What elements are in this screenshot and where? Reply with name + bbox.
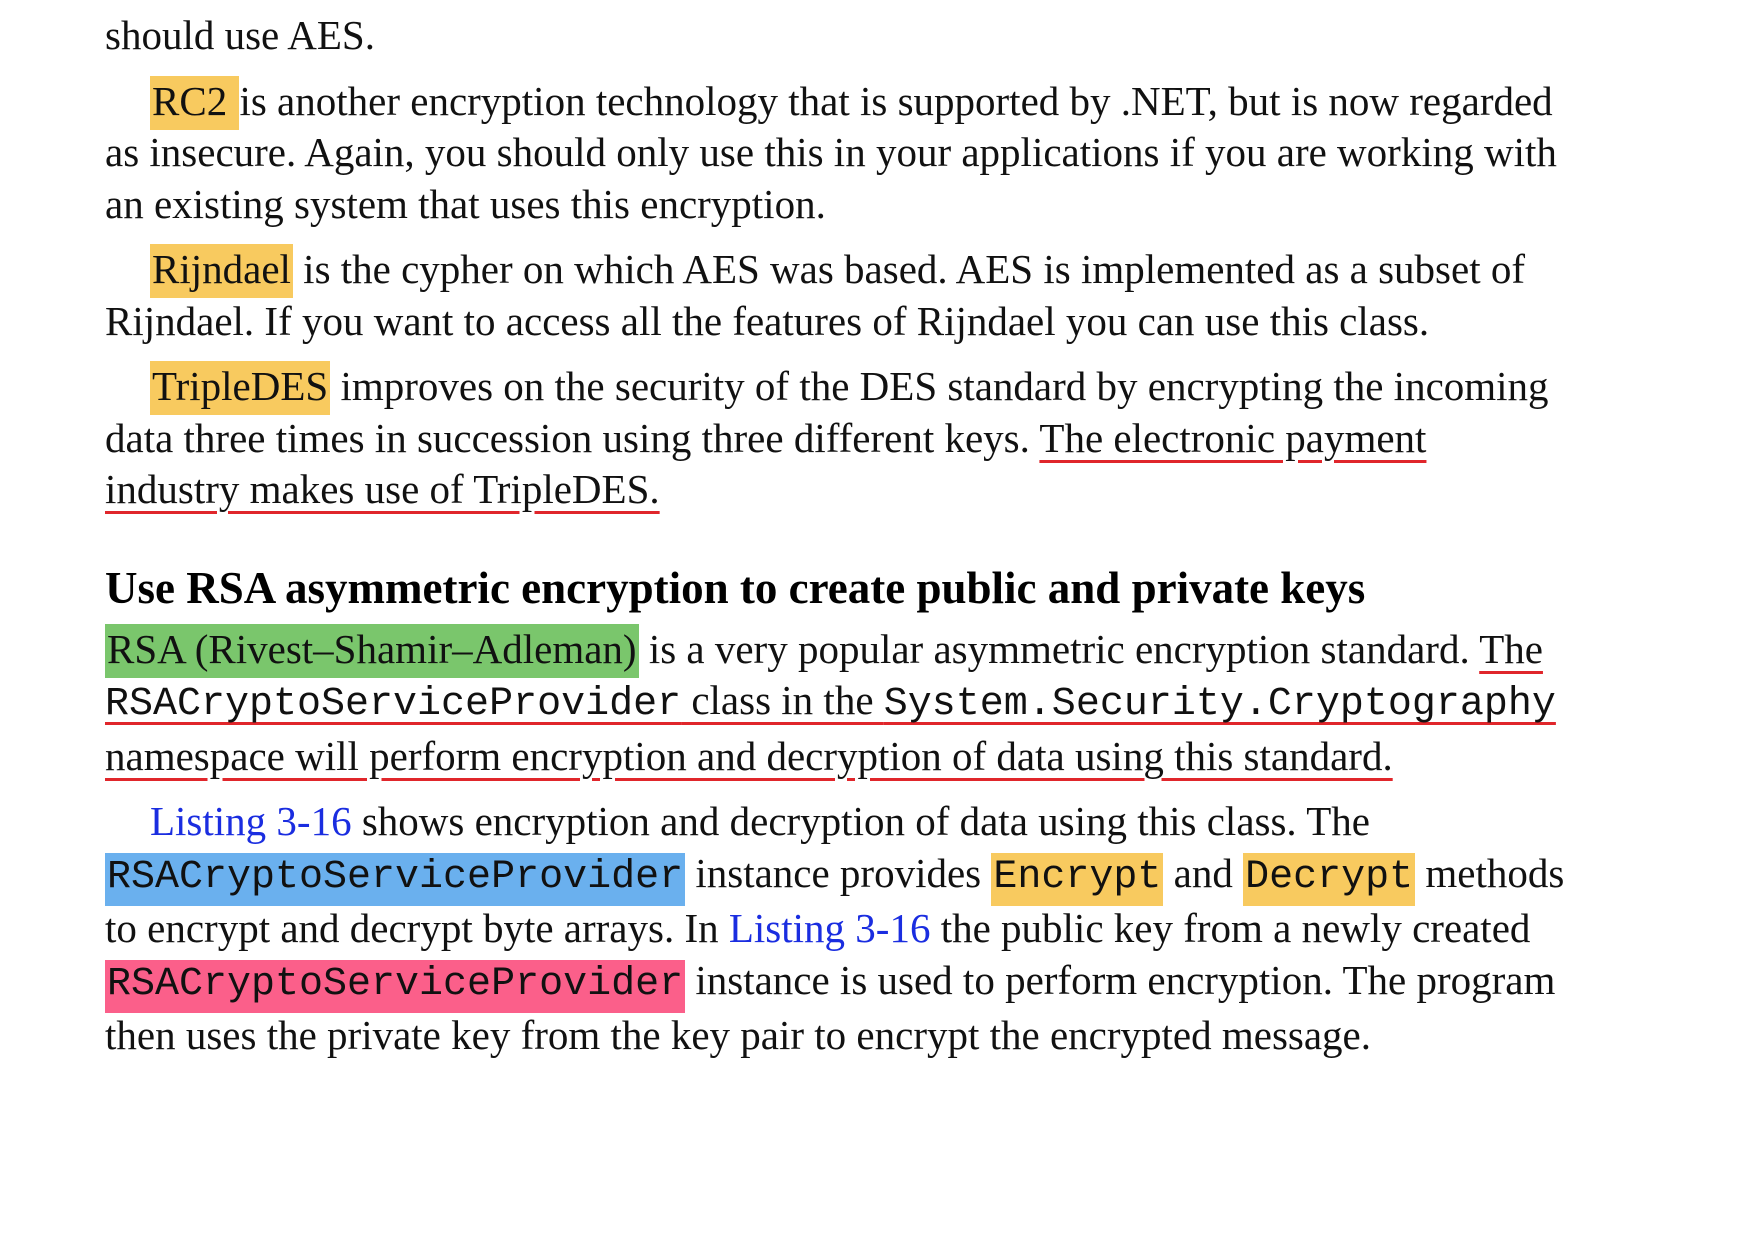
listing-link-1[interactable]: Listing 3-16 bbox=[150, 798, 352, 844]
section-heading: Use RSA asymmetric encryption to create … bbox=[105, 562, 1366, 613]
rsa-ul-text-2: class in the bbox=[681, 677, 884, 723]
rsa-ul-text-3: namespace will perform encryption and de… bbox=[105, 732, 1393, 779]
listing-text-3: and bbox=[1163, 849, 1244, 896]
rsa-text: is a very popular asymmetric encryption … bbox=[638, 625, 1480, 672]
highlight-code-blue[interactable]: RSACryptoServiceProvider bbox=[105, 852, 686, 906]
listing-text-5: the public key from a newly created bbox=[930, 905, 1531, 951]
rijndael-text: is the cypher on which AES was based. AE… bbox=[105, 246, 1526, 344]
paragraph-rsa: RSA (Rivest–Shamir–Adleman) is a very po… bbox=[105, 623, 1565, 783]
highlight-code-decrypt[interactable]: Decrypt bbox=[1243, 852, 1416, 906]
rsa-ul-text-1: The bbox=[1479, 625, 1543, 672]
listing-text-1: shows encryption and decryption of data … bbox=[351, 798, 1370, 844]
listing-text-2: instance provides bbox=[685, 849, 992, 896]
code-namespace: System.Security.Cryptography bbox=[883, 682, 1556, 727]
paragraph-rc2: RC2 is another encryption technology tha… bbox=[105, 75, 1565, 231]
paragraph-tripledes: TripleDES improves on the security of th… bbox=[105, 361, 1565, 516]
paragraph-rijndael: Rijndael is the cypher on which AES was … bbox=[105, 244, 1565, 347]
rc2-text: is another encryption technology that is… bbox=[105, 77, 1557, 227]
document-page: should use AES. RC2 is another encryptio… bbox=[105, 10, 1565, 1076]
highlight-code-encrypt[interactable]: Encrypt bbox=[991, 852, 1164, 906]
listing-link-2[interactable]: Listing 3-16 bbox=[729, 905, 931, 951]
highlight-rijndael[interactable]: Rijndael bbox=[150, 244, 293, 298]
code-rsacryptoserviceprovider: RSACryptoServiceProvider bbox=[105, 682, 682, 727]
highlight-rc2[interactable]: RC2 bbox=[150, 75, 240, 130]
highlight-tripledes[interactable]: TripleDES bbox=[150, 361, 331, 415]
paragraph-listing: Listing 3-16 shows encryption and decryp… bbox=[105, 796, 1565, 1062]
highlight-rsa[interactable]: RSA (Rivest–Shamir–Adleman) bbox=[105, 623, 639, 678]
intro-fragment: should use AES. bbox=[105, 12, 375, 58]
highlight-code-pink[interactable]: RSACryptoServiceProvider bbox=[105, 959, 686, 1013]
